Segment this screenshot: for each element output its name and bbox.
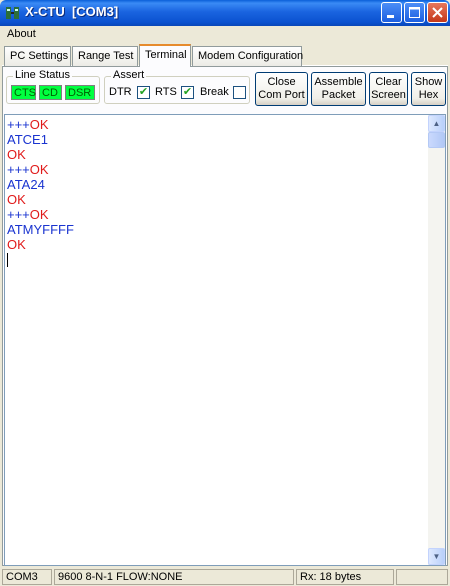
rts-checkbox[interactable]: ✔ bbox=[181, 86, 194, 99]
assert-title: Assert bbox=[111, 69, 147, 81]
tab-terminal[interactable]: Terminal bbox=[139, 44, 191, 67]
maximize-icon bbox=[409, 7, 420, 18]
menu-bar: About bbox=[0, 26, 450, 44]
line-status-group: Line Status CTS CD DSR bbox=[6, 69, 100, 104]
text-cursor bbox=[7, 253, 8, 267]
terminal-line: OK bbox=[7, 192, 74, 207]
rts-label: RTS bbox=[155, 86, 177, 98]
status-settings: 9600 8-N-1 FLOW:NONE bbox=[54, 569, 294, 585]
tab-range-test[interactable]: Range Test bbox=[72, 46, 138, 66]
terminal-line: OK bbox=[7, 237, 74, 252]
show-hex-button[interactable]: Show Hex bbox=[411, 72, 446, 106]
maximize-button[interactable] bbox=[404, 2, 425, 23]
show-hex-label-1: Show bbox=[414, 76, 443, 88]
cd-indicator: CD bbox=[39, 85, 62, 100]
show-hex-label-2: Hex bbox=[418, 89, 439, 101]
terminal-line: +++OK bbox=[7, 207, 74, 222]
line-status-title: Line Status bbox=[13, 69, 73, 81]
scroll-up-button[interactable]: ▲ bbox=[428, 115, 445, 132]
terminal-received-text: OK bbox=[7, 147, 26, 162]
tab-pc-settings[interactable]: PC Settings bbox=[4, 46, 71, 66]
terminal-received-text: OK bbox=[7, 237, 26, 252]
dsr-indicator: DSR bbox=[65, 85, 95, 100]
app-icon bbox=[6, 7, 19, 19]
terminal-sent-text: +++ bbox=[7, 207, 30, 222]
close-com-port-label-2: Com Port bbox=[258, 89, 305, 101]
terminal-scrollbar[interactable]: ▲ ▼ bbox=[428, 115, 445, 565]
terminal-sent-text: ATCE1 bbox=[7, 132, 48, 147]
terminal-sent-text: ATA24 bbox=[7, 177, 45, 192]
scroll-down-button[interactable]: ▼ bbox=[428, 548, 445, 565]
terminal-line: ATA24 bbox=[7, 177, 74, 192]
terminal-sent-text: +++ bbox=[7, 117, 30, 132]
arrow-up-icon: ▲ bbox=[432, 119, 441, 128]
assemble-packet-label-1: Assemble bbox=[314, 76, 363, 88]
assemble-packet-button[interactable]: Assemble Packet bbox=[311, 72, 366, 106]
break-checkbox[interactable] bbox=[233, 86, 246, 99]
terminal-line: ATCE1 bbox=[7, 132, 74, 147]
tab-modem-configuration[interactable]: Modem Configuration bbox=[192, 46, 303, 66]
assemble-packet-label-2: Packet bbox=[321, 89, 356, 101]
terminal-received-text: OK bbox=[7, 192, 26, 207]
terminal-received-text: OK bbox=[29, 207, 49, 222]
terminal-line: OK bbox=[7, 147, 74, 162]
terminal-line: +++OK bbox=[7, 117, 74, 132]
title-bar[interactable]: X-CTU [COM3] bbox=[0, 0, 450, 26]
terminal-received-text: OK bbox=[29, 162, 49, 177]
status-bar: COM3 9600 8-N-1 FLOW:NONE Rx: 18 bytes bbox=[0, 568, 450, 586]
close-com-port-label-1: Close bbox=[267, 76, 296, 88]
assert-group: Assert DTR ✔ RTS ✔ Break bbox=[104, 69, 250, 104]
dtr-checkbox[interactable]: ✔ bbox=[137, 86, 150, 99]
cts-indicator: CTS bbox=[11, 85, 36, 100]
terminal-window[interactable]: +++OK ATCE1 OK +++OK ATA24 OK +++OK ATMYFFFF OK … bbox=[4, 114, 446, 566]
terminal-sent-text: +++ bbox=[7, 162, 30, 177]
status-extra bbox=[396, 569, 448, 585]
window-title: X-CTU [COM3] bbox=[25, 4, 119, 19]
terminal-line: ATMYFFFF bbox=[7, 222, 74, 237]
close-icon bbox=[432, 7, 443, 18]
minimize-icon bbox=[387, 15, 394, 18]
menu-about[interactable]: About bbox=[7, 28, 36, 40]
terminal-sent-text: ATMYFFFF bbox=[7, 222, 74, 237]
clear-screen-button[interactable]: Clear Screen bbox=[369, 72, 408, 106]
status-rx: Rx: 18 bytes bbox=[296, 569, 394, 585]
minimize-button[interactable] bbox=[381, 2, 402, 23]
terminal-text: +++OK ATCE1 OK +++OK ATA24 OK +++OK ATMYFFFF OK bbox=[7, 117, 74, 267]
dtr-label: DTR bbox=[109, 86, 132, 98]
break-label: Break bbox=[200, 86, 229, 98]
status-port: COM3 bbox=[2, 569, 52, 585]
terminal-line: +++OK bbox=[7, 162, 74, 177]
clear-screen-label-2: Screen bbox=[371, 89, 406, 101]
terminal-received-text: OK bbox=[29, 117, 49, 132]
close-com-port-button[interactable]: Close Com Port bbox=[255, 72, 308, 106]
close-button[interactable] bbox=[427, 2, 448, 23]
arrow-down-icon: ▼ bbox=[432, 552, 441, 561]
scroll-thumb[interactable] bbox=[428, 132, 445, 148]
clear-screen-label-1: Clear bbox=[375, 76, 402, 88]
